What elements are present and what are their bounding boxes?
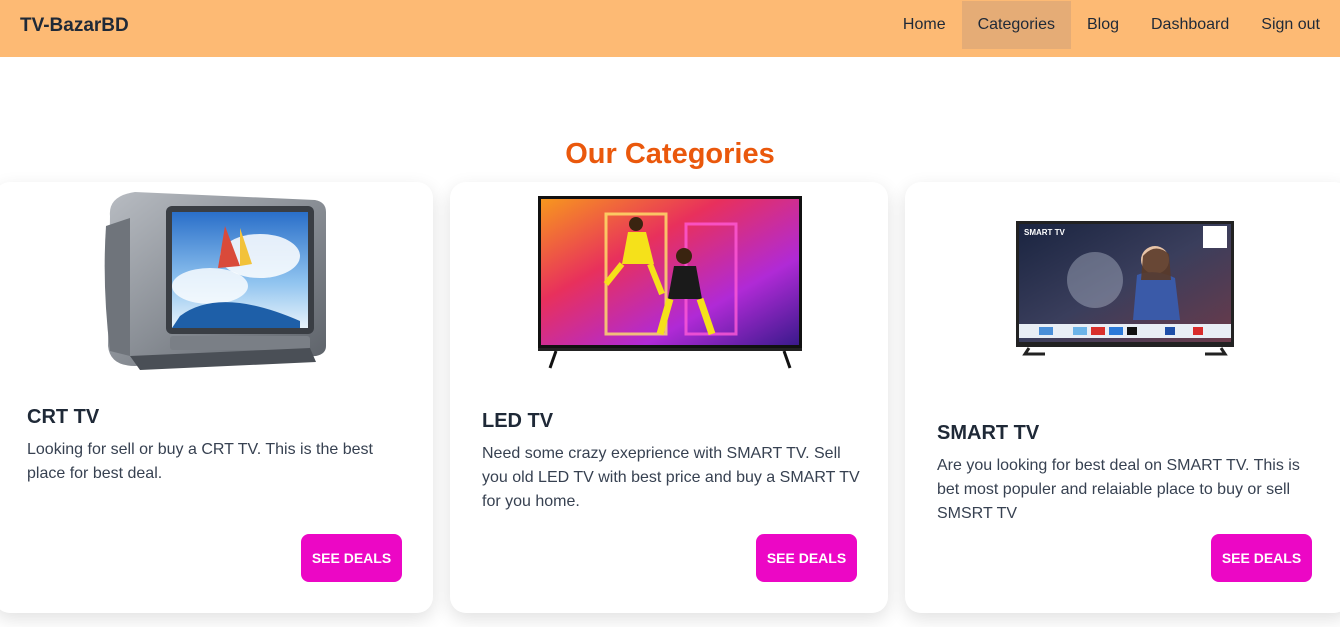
card-description-crt: Looking for sell or buy a CRT TV. This i… [27,441,373,482]
nav-menu: Home Categories Blog Dashboard Sign out [887,1,1340,49]
nav-item-blog[interactable]: Blog [1071,1,1135,49]
see-deals-button-led[interactable]: SEE DEALS [756,534,857,582]
smart-tv-screen-text: SMART TV [1024,228,1066,237]
nav-item-sign-out[interactable]: Sign out [1245,1,1340,49]
nav-item-dashboard[interactable]: Dashboard [1135,1,1245,49]
card-description-smart: Are you looking for best deal on SMART T… [937,457,1300,522]
nav-item-home[interactable]: Home [887,1,962,49]
card-title-smart: SMART TV [937,422,1040,444]
led-tv-image [538,196,802,369]
card-description-led: Need some crazy exeprience with SMART TV… [482,445,860,510]
navbar: TV-BazarBD Home Categories Blog Dashboar… [0,0,1340,57]
crt-tv-image [104,192,326,370]
see-deals-button-crt[interactable]: SEE DEALS [301,534,402,582]
card-title-crt: CRT TV [27,406,100,428]
see-deals-button-smart[interactable]: SEE DEALS [1211,534,1312,582]
section-title: Our Categories [565,138,775,170]
card-title-led: LED TV [482,410,554,432]
nav-item-categories[interactable]: Categories [961,1,1071,49]
smart-tv-image: SMART TV [1016,221,1234,356]
brand-logo[interactable]: TV-BazarBD [20,15,129,37]
